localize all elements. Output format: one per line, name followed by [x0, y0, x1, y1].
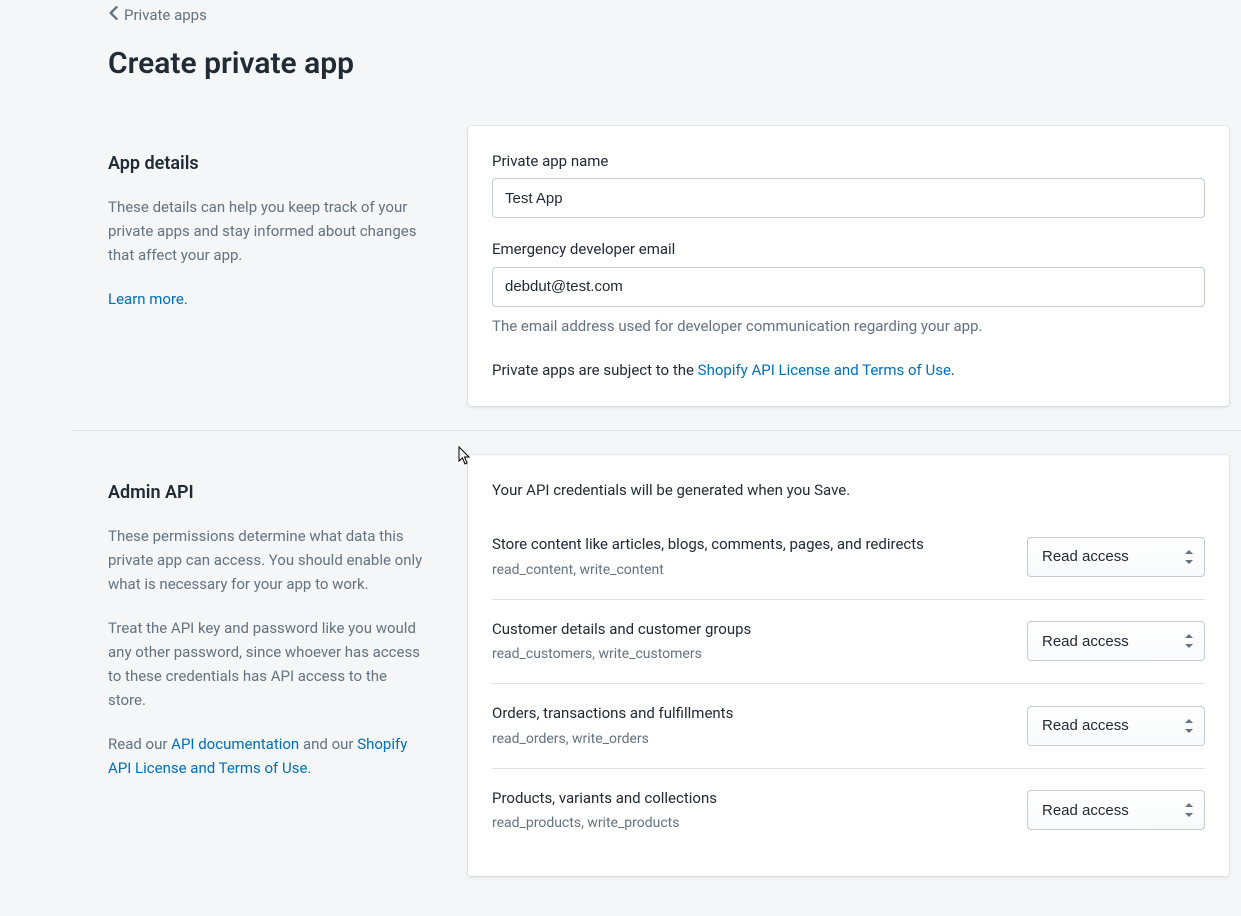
permission-title: Products, variants and collections — [492, 787, 1007, 810]
api-docs-link[interactable]: API documentation — [171, 735, 299, 753]
api-intro: Your API credentials will be generated w… — [492, 479, 1205, 502]
permission-scopes: read_content, write_content — [492, 560, 1007, 581]
permission-row: Store content like articles, blogs, comm… — [492, 527, 1205, 599]
breadcrumb[interactable]: Private apps — [0, 0, 1241, 35]
permission-scopes: read_orders, write_orders — [492, 729, 1007, 750]
app-name-label: Private app name — [492, 150, 1205, 173]
permission-scopes: read_customers, write_customers — [492, 644, 1007, 665]
permission-access-select[interactable]: Read access — [1027, 537, 1205, 577]
permission-row: Customer details and customer groups read… — [492, 599, 1205, 684]
app-details-description: These details can help you keep track of… — [108, 195, 428, 267]
api-license-link[interactable]: Shopify API License and Terms of Use — [698, 361, 951, 379]
dev-email-input[interactable] — [492, 267, 1205, 307]
permission-title: Orders, transactions and fulfillments — [492, 702, 1007, 725]
admin-api-card: Your API credentials will be generated w… — [468, 455, 1229, 877]
admin-api-docs-text: Read our API documentation and our Shopi… — [108, 732, 428, 780]
admin-api-description: These permissions determine what data th… — [108, 524, 428, 596]
dev-email-help: The email address used for developer com… — [492, 315, 1205, 338]
dev-email-label: Emergency developer email — [492, 238, 1205, 261]
app-name-input[interactable] — [492, 178, 1205, 218]
page-title: Create private app — [0, 35, 1241, 126]
permission-title: Store content like articles, blogs, comm… — [492, 533, 1007, 556]
permission-access-select[interactable]: Read access — [1027, 621, 1205, 661]
breadcrumb-label: Private apps — [124, 4, 207, 27]
admin-api-heading: Admin API — [108, 479, 428, 506]
permission-row: Orders, transactions and fulfillments rea… — [492, 683, 1205, 768]
app-details-sidebar: App details These details can help you k… — [108, 126, 448, 406]
permission-scopes: read_products, write_products — [492, 813, 1007, 834]
admin-api-security-note: Treat the API key and password like you … — [108, 616, 428, 712]
permission-title: Customer details and customer groups — [492, 618, 1007, 641]
permission-row: Products, variants and collections read_p… — [492, 768, 1205, 853]
admin-api-sidebar: Admin API These permissions determine wh… — [108, 455, 448, 877]
app-details-card: Private app name Emergency developer ema… — [468, 126, 1229, 406]
permission-access-select[interactable]: Read access — [1027, 790, 1205, 830]
learn-more-link[interactable]: Learn more. — [108, 290, 188, 308]
app-details-heading: App details — [108, 150, 428, 177]
chevron-left-icon — [108, 4, 118, 27]
permission-access-select[interactable]: Read access — [1027, 706, 1205, 746]
legal-text: Private apps are subject to the Shopify … — [492, 359, 1205, 382]
